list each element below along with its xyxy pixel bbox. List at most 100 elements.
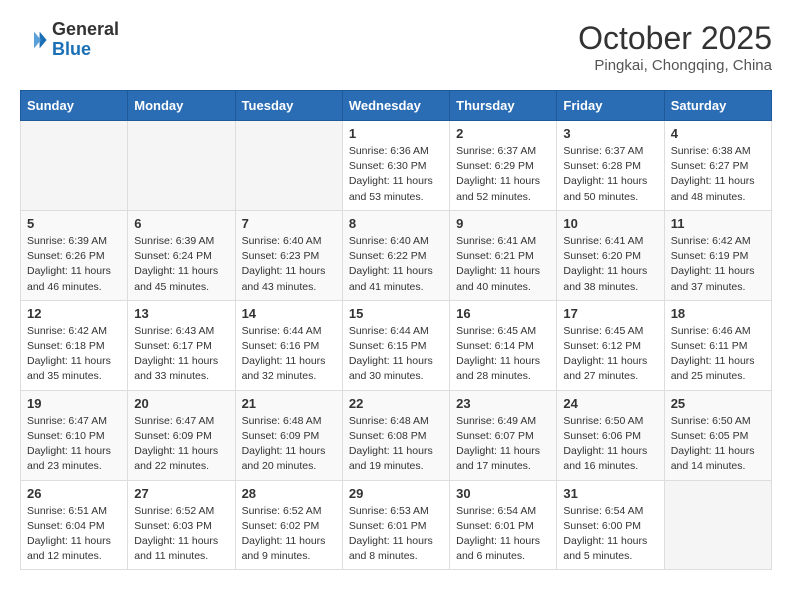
day-number: 11 <box>671 216 765 231</box>
week-row-1: 1 Sunrise: 6:36 AMSunset: 6:30 PMDaylight… <box>21 121 772 211</box>
calendar-cell: 3 Sunrise: 6:37 AMSunset: 6:28 PMDaylight… <box>557 121 664 211</box>
day-number: 10 <box>563 216 657 231</box>
day-number: 24 <box>563 396 657 411</box>
weekday-header-friday: Friday <box>557 91 664 121</box>
day-number: 20 <box>134 396 228 411</box>
day-number: 19 <box>27 396 121 411</box>
day-number: 7 <box>242 216 336 231</box>
week-row-5: 26Sunrise: 6:51 AMSunset: 6:04 PMDayligh… <box>21 480 772 570</box>
calendar-cell: 30Sunrise: 6:54 AMSunset: 6:01 PMDayligh… <box>450 480 557 570</box>
logo-blue: Blue <box>52 39 91 59</box>
day-info: Sunrise: 6:43 AMSunset: 6:17 PMDaylight:… <box>134 324 228 385</box>
day-info: Sunrise: 6:42 AMSunset: 6:18 PMDaylight:… <box>27 324 121 385</box>
day-info: Sunrise: 6:42 AMSunset: 6:19 PMDaylight:… <box>671 234 765 295</box>
calendar-cell: 2 Sunrise: 6:37 AMSunset: 6:29 PMDaylight… <box>450 121 557 211</box>
calendar-cell: 27Sunrise: 6:52 AMSunset: 6:03 PMDayligh… <box>128 480 235 570</box>
day-info: Sunrise: 6:50 AMSunset: 6:05 PMDaylight:… <box>671 414 765 475</box>
calendar-cell: 31Sunrise: 6:54 AMSunset: 6:00 PMDayligh… <box>557 480 664 570</box>
calendar-cell <box>235 121 342 211</box>
day-info: Sunrise: 6:39 AMSunset: 6:24 PMDaylight:… <box>134 234 228 295</box>
calendar-cell: 1 Sunrise: 6:36 AMSunset: 6:30 PMDaylight… <box>342 121 449 211</box>
day-number: 4 <box>671 126 765 141</box>
day-info: Sunrise: 6:54 AMSunset: 6:00 PMDaylight:… <box>563 504 657 565</box>
calendar-cell: 13 Sunrise: 6:43 AMSunset: 6:17 PMDayligh… <box>128 300 235 390</box>
day-info: Sunrise: 6:51 AMSunset: 6:04 PMDaylight:… <box>27 504 121 565</box>
day-number: 29 <box>349 486 443 501</box>
day-number: 6 <box>134 216 228 231</box>
weekday-header-saturday: Saturday <box>664 91 771 121</box>
calendar-cell: 8Sunrise: 6:40 AMSunset: 6:22 PMDaylight… <box>342 210 449 300</box>
day-info: Sunrise: 6:50 AMSunset: 6:06 PMDaylight:… <box>563 414 657 475</box>
day-number: 13 <box>134 306 228 321</box>
day-number: 9 <box>456 216 550 231</box>
day-number: 25 <box>671 396 765 411</box>
calendar-cell: 17 Sunrise: 6:45 AMSunset: 6:12 PMDayligh… <box>557 300 664 390</box>
weekday-header-thursday: Thursday <box>450 91 557 121</box>
day-number: 1 <box>349 126 443 141</box>
day-number: 2 <box>456 126 550 141</box>
week-row-2: 5Sunrise: 6:39 AMSunset: 6:26 PMDaylight… <box>21 210 772 300</box>
calendar-cell: 4 Sunrise: 6:38 AMSunset: 6:27 PMDaylight… <box>664 121 771 211</box>
page-header: General Blue October 2025 Pingkai, Chong… <box>20 20 772 74</box>
calendar-cell: 29 Sunrise: 6:53 AMSunset: 6:01 PMDayligh… <box>342 480 449 570</box>
day-info: Sunrise: 6:45 AMSunset: 6:12 PMDaylight:… <box>563 324 657 385</box>
calendar-cell: 26Sunrise: 6:51 AMSunset: 6:04 PMDayligh… <box>21 480 128 570</box>
calendar-cell: 23 Sunrise: 6:49 AMSunset: 6:07 PMDayligh… <box>450 390 557 480</box>
logo-general: General <box>52 19 119 39</box>
weekday-header-monday: Monday <box>128 91 235 121</box>
day-info: Sunrise: 6:44 AMSunset: 6:15 PMDaylight:… <box>349 324 443 385</box>
day-info: Sunrise: 6:46 AMSunset: 6:11 PMDaylight:… <box>671 324 765 385</box>
day-info: Sunrise: 6:45 AMSunset: 6:14 PMDaylight:… <box>456 324 550 385</box>
day-info: Sunrise: 6:53 AMSunset: 6:01 PMDaylight:… <box>349 504 443 565</box>
calendar-cell: 25 Sunrise: 6:50 AMSunset: 6:05 PMDayligh… <box>664 390 771 480</box>
location: Pingkai, Chongqing, China <box>578 57 772 74</box>
calendar-cell: 9 Sunrise: 6:41 AMSunset: 6:21 PMDaylight… <box>450 210 557 300</box>
day-info: Sunrise: 6:41 AMSunset: 6:21 PMDaylight:… <box>456 234 550 295</box>
weekday-header-tuesday: Tuesday <box>235 91 342 121</box>
week-row-4: 19 Sunrise: 6:47 AMSunset: 6:10 PMDayligh… <box>21 390 772 480</box>
calendar-cell: 12 Sunrise: 6:42 AMSunset: 6:18 PMDayligh… <box>21 300 128 390</box>
day-number: 5 <box>27 216 121 231</box>
weekday-header-sunday: Sunday <box>21 91 128 121</box>
day-info: Sunrise: 6:48 AMSunset: 6:09 PMDaylight:… <box>242 414 336 475</box>
week-row-3: 12 Sunrise: 6:42 AMSunset: 6:18 PMDayligh… <box>21 300 772 390</box>
day-info: Sunrise: 6:47 AMSunset: 6:09 PMDaylight:… <box>134 414 228 475</box>
calendar-cell: 10 Sunrise: 6:41 AMSunset: 6:20 PMDayligh… <box>557 210 664 300</box>
calendar-cell <box>128 121 235 211</box>
logo-text: General Blue <box>52 20 119 60</box>
day-number: 16 <box>456 306 550 321</box>
day-info: Sunrise: 6:37 AMSunset: 6:28 PMDaylight:… <box>563 144 657 205</box>
calendar-cell: 18 Sunrise: 6:46 AMSunset: 6:11 PMDayligh… <box>664 300 771 390</box>
day-info: Sunrise: 6:37 AMSunset: 6:29 PMDaylight:… <box>456 144 550 205</box>
calendar-cell <box>21 121 128 211</box>
calendar-cell: 11 Sunrise: 6:42 AMSunset: 6:19 PMDayligh… <box>664 210 771 300</box>
day-info: Sunrise: 6:48 AMSunset: 6:08 PMDaylight:… <box>349 414 443 475</box>
day-info: Sunrise: 6:41 AMSunset: 6:20 PMDaylight:… <box>563 234 657 295</box>
day-info: Sunrise: 6:49 AMSunset: 6:07 PMDaylight:… <box>456 414 550 475</box>
day-number: 3 <box>563 126 657 141</box>
day-number: 18 <box>671 306 765 321</box>
day-number: 14 <box>242 306 336 321</box>
calendar-cell: 14Sunrise: 6:44 AMSunset: 6:16 PMDayligh… <box>235 300 342 390</box>
day-info: Sunrise: 6:47 AMSunset: 6:10 PMDaylight:… <box>27 414 121 475</box>
day-number: 23 <box>456 396 550 411</box>
day-info: Sunrise: 6:38 AMSunset: 6:27 PMDaylight:… <box>671 144 765 205</box>
weekday-header-row: SundayMondayTuesdayWednesdayThursdayFrid… <box>21 91 772 121</box>
calendar-cell: 28 Sunrise: 6:52 AMSunset: 6:02 PMDayligh… <box>235 480 342 570</box>
day-number: 27 <box>134 486 228 501</box>
calendar-cell: 6 Sunrise: 6:39 AMSunset: 6:24 PMDaylight… <box>128 210 235 300</box>
day-number: 17 <box>563 306 657 321</box>
day-info: Sunrise: 6:52 AMSunset: 6:02 PMDaylight:… <box>242 504 336 565</box>
weekday-header-wednesday: Wednesday <box>342 91 449 121</box>
day-number: 12 <box>27 306 121 321</box>
calendar-cell: 7 Sunrise: 6:40 AMSunset: 6:23 PMDaylight… <box>235 210 342 300</box>
day-info: Sunrise: 6:40 AMSunset: 6:23 PMDaylight:… <box>242 234 336 295</box>
calendar-cell: 21Sunrise: 6:48 AMSunset: 6:09 PMDayligh… <box>235 390 342 480</box>
logo: General Blue <box>20 20 119 60</box>
logo-icon <box>20 26 48 54</box>
day-info: Sunrise: 6:40 AMSunset: 6:22 PMDaylight:… <box>349 234 443 295</box>
day-info: Sunrise: 6:54 AMSunset: 6:01 PMDaylight:… <box>456 504 550 565</box>
calendar-cell: 24 Sunrise: 6:50 AMSunset: 6:06 PMDayligh… <box>557 390 664 480</box>
day-number: 28 <box>242 486 336 501</box>
day-info: Sunrise: 6:36 AMSunset: 6:30 PMDaylight:… <box>349 144 443 205</box>
